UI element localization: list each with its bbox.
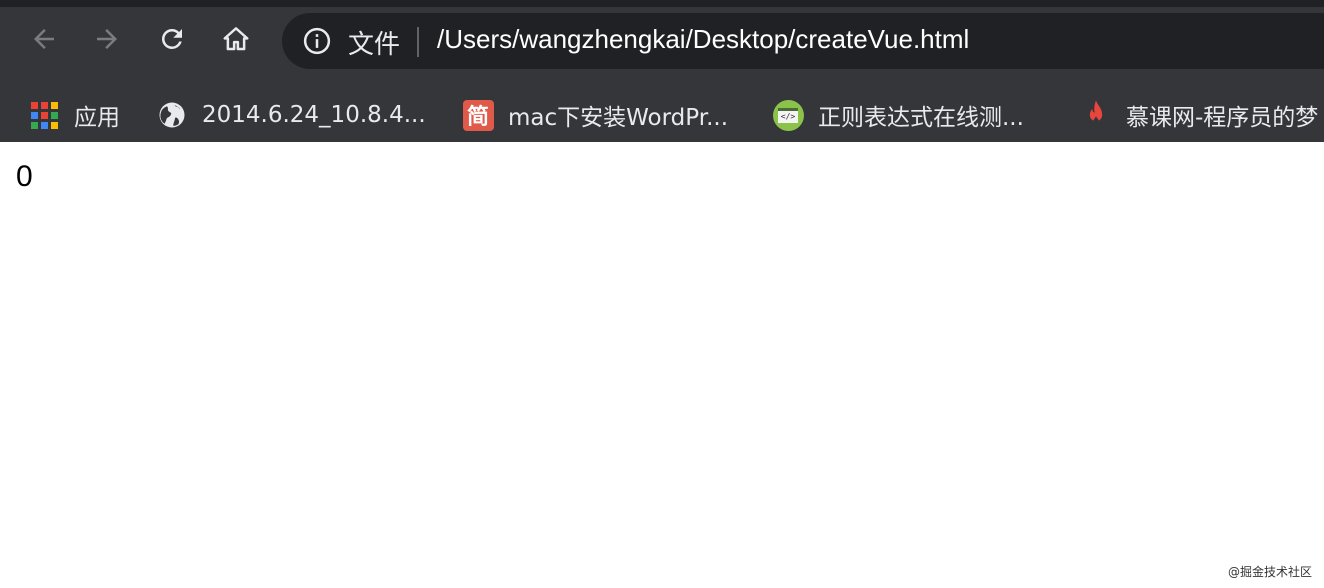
bookmark-item[interactable]: 简 mac下安装WordPr... [462, 95, 728, 135]
regex-tool-icon: </> [772, 99, 804, 131]
flame-icon [1080, 99, 1112, 131]
home-icon [223, 27, 249, 51]
bookmark-item[interactable]: 2014.6.24_10.8.4... [156, 95, 426, 135]
bookmark-label: 正则表达式在线测... [818, 105, 1024, 131]
bookmark-label: 应用 [74, 105, 120, 131]
page-output-text: 0 [16, 160, 33, 193]
reload-icon [162, 29, 182, 49]
home-button[interactable] [214, 17, 258, 61]
globe-icon [156, 99, 188, 131]
bookmark-item[interactable]: </> 正则表达式在线测... [772, 95, 1024, 135]
bookmark-label: mac下安装WordPr... [508, 105, 729, 131]
arrow-left-icon [34, 29, 54, 49]
back-button[interactable] [22, 17, 66, 61]
bookmark-item[interactable]: 慕课网-程序员的梦 [1080, 95, 1318, 135]
browser-toolbar: 文件 /Users/wangzhengkai/Desktop/createVue… [0, 0, 1324, 142]
jianshu-icon: 简 [462, 99, 494, 131]
scheme-label: 文件 [348, 30, 401, 60]
bookmark-label: 慕课网-程序员的梦 [1126, 105, 1319, 131]
omnibox-divider [417, 27, 419, 57]
info-icon[interactable] [302, 26, 332, 56]
watermark: @掘金技术社区 [1227, 565, 1312, 579]
arrow-right-icon [97, 29, 117, 49]
apps-grid-icon [28, 99, 60, 131]
forward-button[interactable] [85, 17, 129, 61]
url-text[interactable]: /Users/wangzhengkai/Desktop/createVue.ht… [437, 24, 969, 55]
bookmark-apps[interactable]: 应用 [28, 95, 120, 135]
bookmark-label: 2014.6.24_10.8.4... [202, 102, 426, 128]
reload-button[interactable] [150, 17, 194, 61]
address-bar[interactable]: 文件 /Users/wangzhengkai/Desktop/createVue… [282, 13, 1324, 69]
